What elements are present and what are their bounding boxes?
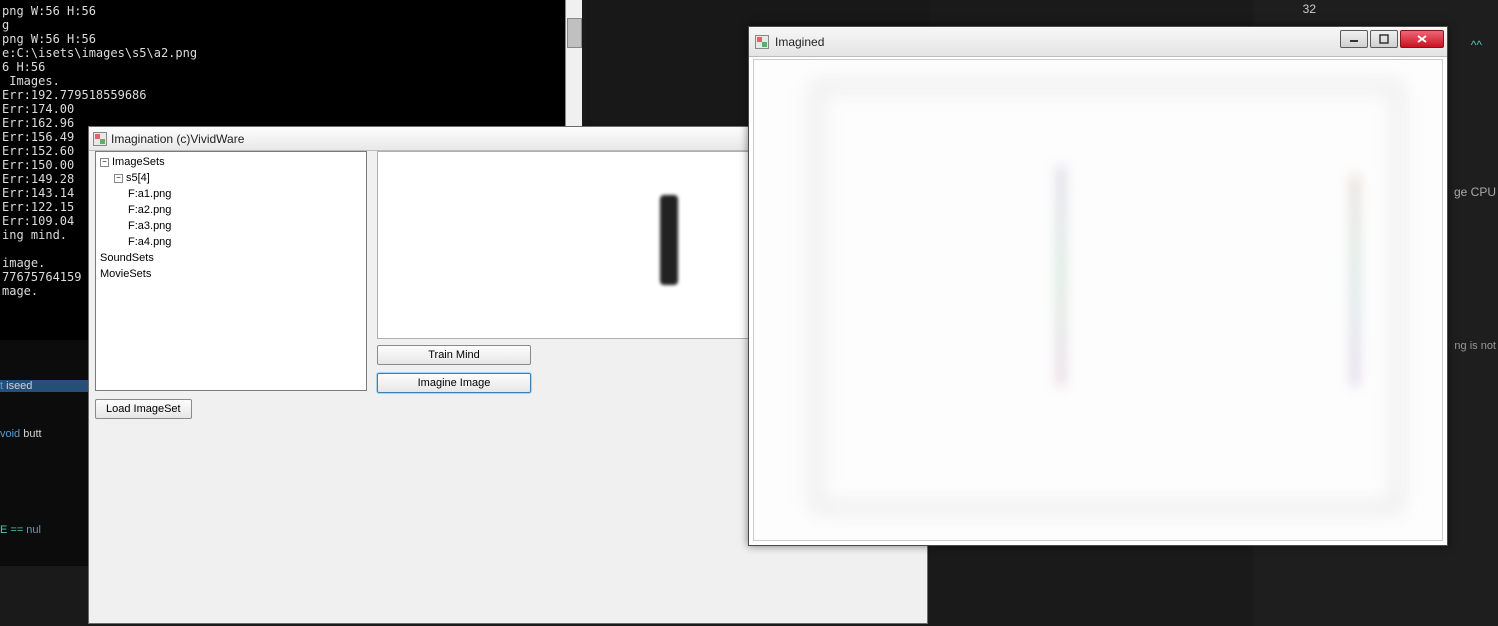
imagined-window: Imagined bbox=[748, 26, 1448, 546]
train-mind-button[interactable]: Train Mind bbox=[377, 345, 531, 365]
maximize-button[interactable] bbox=[1370, 30, 1398, 48]
tree-label: SoundSets bbox=[100, 250, 154, 266]
close-button[interactable] bbox=[1400, 30, 1444, 48]
tree-label: F:a3.png bbox=[128, 218, 171, 234]
tree-file-a4[interactable]: F:a4.png bbox=[128, 234, 364, 250]
tree-label: F:a2.png bbox=[128, 202, 171, 218]
imagined-titlebar[interactable]: Imagined bbox=[749, 27, 1447, 57]
tree-node-moviesets[interactable]: MovieSets bbox=[100, 266, 364, 282]
tree-label: F:a1.png bbox=[128, 186, 171, 202]
ng-text: ng is not bbox=[1454, 340, 1496, 352]
collapse-icon[interactable]: − bbox=[114, 174, 123, 183]
window-controls bbox=[1340, 30, 1444, 48]
minimize-button[interactable] bbox=[1340, 30, 1368, 48]
maximize-icon bbox=[1379, 34, 1389, 44]
imageset-tree[interactable]: − ImageSets − s5[4] F:a1.png F:a2.png bbox=[95, 151, 367, 391]
imagine-image-button[interactable]: Imagine Image bbox=[377, 373, 531, 393]
minimize-icon bbox=[1349, 34, 1359, 44]
tree-label: F:a4.png bbox=[128, 234, 171, 250]
code-kw: void bbox=[0, 428, 23, 440]
imagined-canvas bbox=[753, 59, 1443, 541]
app-icon bbox=[93, 132, 107, 146]
line-number: 32 bbox=[1303, 2, 1316, 16]
code-ident: iseed bbox=[6, 380, 32, 392]
tree-file-a2[interactable]: F:a2.png bbox=[128, 202, 364, 218]
generated-image-outline bbox=[812, 82, 1402, 512]
tree-label: ImageSets bbox=[112, 154, 165, 170]
console-scrollbar[interactable] bbox=[565, 0, 582, 145]
generated-image-artifact bbox=[1351, 175, 1359, 386]
tree-node-soundsets[interactable]: SoundSets bbox=[100, 250, 364, 266]
cpu-label: ge CPU bbox=[1454, 185, 1496, 199]
imagination-title: Imagination (c)VividWare bbox=[111, 132, 244, 146]
tree-label: s5[4] bbox=[126, 170, 150, 186]
generated-image-artifact bbox=[1057, 166, 1065, 387]
tree-node-imagesets[interactable]: − ImageSets bbox=[100, 154, 364, 170]
load-imageset-button[interactable]: Load ImageSet bbox=[95, 399, 192, 419]
code-expr: E == bbox=[0, 524, 26, 536]
scrollbar-thumb[interactable] bbox=[567, 18, 582, 48]
imagined-title: Imagined bbox=[775, 35, 824, 49]
app-icon bbox=[755, 35, 769, 49]
code-editor-snippet: t iseed void butt E == nul onsole.W retu… bbox=[0, 340, 88, 566]
preview-image bbox=[660, 195, 678, 285]
tree-node-s5[interactable]: − s5[4] bbox=[114, 170, 364, 186]
code-ident: butt bbox=[23, 428, 41, 440]
tree-label: MovieSets bbox=[100, 266, 151, 282]
collapse-icon[interactable]: − bbox=[100, 158, 109, 167]
tree-file-a1[interactable]: F:a1.png bbox=[128, 186, 364, 202]
caret-marks: ^^ bbox=[1471, 38, 1482, 52]
code-kw: nul bbox=[26, 524, 41, 536]
close-icon bbox=[1416, 34, 1428, 44]
tree-file-a3[interactable]: F:a3.png bbox=[128, 218, 364, 234]
